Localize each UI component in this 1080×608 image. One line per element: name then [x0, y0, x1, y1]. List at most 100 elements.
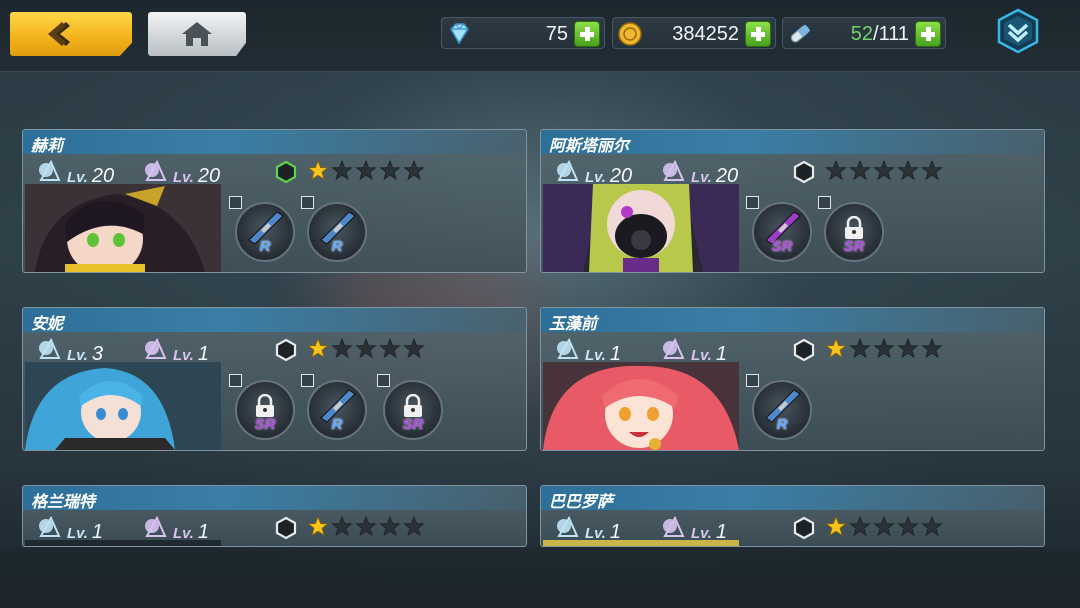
star-icon	[921, 515, 943, 543]
card-header: 格兰瑞特	[23, 486, 526, 511]
awakening-hex-icon	[793, 338, 815, 362]
diamond-counter: 75	[441, 17, 605, 49]
character-portrait[interactable]	[25, 362, 221, 450]
back-button[interactable]	[10, 12, 132, 56]
star-icon	[825, 159, 847, 187]
character-card[interactable]: 赫莉 Lv. 20 Lv. 20 R R	[22, 129, 527, 273]
star-rating	[825, 337, 943, 365]
star-icon	[331, 159, 353, 187]
character-card[interactable]: 巴巴罗萨 Lv. 1 Lv. 1	[540, 485, 1045, 547]
star-icon	[897, 515, 919, 543]
character-portrait[interactable]	[543, 540, 739, 546]
stamina-count: 52/111	[850, 23, 909, 45]
star-icon	[307, 159, 329, 187]
lock-icon	[404, 394, 422, 417]
star-rating	[825, 515, 943, 543]
star-icon	[849, 159, 871, 187]
rarity-label: R	[776, 416, 788, 433]
card-header: 安妮	[23, 308, 526, 333]
edit-icon	[746, 196, 759, 209]
edit-icon	[746, 374, 759, 387]
edit-icon	[301, 374, 314, 387]
diamond-count: 75	[545, 23, 568, 45]
card-header: 巴巴罗萨	[541, 486, 1044, 511]
weapon-slot[interactable]: R	[301, 374, 369, 442]
chevron-down-menu-icon[interactable]	[995, 8, 1041, 54]
capsule-icon	[790, 24, 811, 43]
star-icon	[355, 515, 377, 543]
add-diamonds-button[interactable]	[574, 21, 600, 47]
star-icon	[897, 159, 919, 187]
star-icon	[825, 515, 847, 543]
gold-counter: 384252	[612, 17, 776, 49]
bottom-fade	[0, 548, 1080, 608]
star-icon	[307, 515, 329, 543]
star-icon	[873, 515, 895, 543]
card-header: 赫莉	[23, 130, 526, 155]
star-icon	[403, 159, 425, 187]
rarity-label: SR	[254, 416, 276, 433]
character-name: 格兰瑞特	[31, 494, 96, 511]
edit-icon	[301, 196, 314, 209]
star-icon	[921, 159, 943, 187]
lock-icon	[845, 216, 863, 239]
star-icon	[355, 337, 377, 365]
character-card[interactable]: 安妮 Lv. 3 Lv. 1 SR R SR	[22, 307, 527, 451]
weapon-slot[interactable]: SR	[746, 196, 814, 264]
star-rating	[825, 159, 943, 187]
add-gold-button[interactable]	[745, 21, 771, 47]
character-portrait[interactable]	[25, 540, 221, 546]
star-icon	[873, 337, 895, 365]
character-name: 安妮	[31, 316, 64, 333]
star-icon	[921, 337, 943, 365]
top-bar: 75 384252 52/111	[0, 0, 1080, 72]
rarity-label: SR	[843, 238, 865, 255]
awakening-hex-icon	[275, 516, 297, 540]
star-icon	[331, 515, 353, 543]
star-icon	[873, 159, 895, 187]
character-portrait[interactable]	[543, 184, 739, 272]
character-name: 赫莉	[31, 138, 64, 155]
edit-icon	[818, 196, 831, 209]
star-icon	[331, 337, 353, 365]
star-icon	[307, 337, 329, 365]
weapon-slot[interactable]: R	[746, 374, 814, 442]
weapon-slot[interactable]: R	[301, 196, 369, 264]
character-card[interactable]: 阿斯塔丽尔 Lv. 20 Lv. 20 SR SR	[540, 129, 1045, 273]
rarity-label: R	[259, 238, 271, 255]
add-stamina-button[interactable]	[915, 21, 941, 47]
awakening-hex-icon	[793, 516, 815, 540]
character-portrait[interactable]	[543, 362, 739, 450]
star-icon	[849, 515, 871, 543]
star-icon	[379, 515, 401, 543]
rarity-label: R	[331, 238, 343, 255]
edit-icon	[229, 374, 242, 387]
character-name: 阿斯塔丽尔	[549, 138, 630, 155]
character-portrait[interactable]	[25, 184, 221, 272]
back-chevron-icon	[48, 22, 70, 46]
star-icon	[897, 337, 919, 365]
character-name: 玉藻前	[549, 316, 598, 333]
card-header: 阿斯塔丽尔	[541, 130, 1044, 155]
home-icon	[182, 22, 212, 46]
character-card[interactable]: 格兰瑞特 Lv. 1 Lv. 1	[22, 485, 527, 547]
weapon-slot[interactable]: SR	[377, 374, 445, 442]
character-card[interactable]: 玉藻前 Lv. 1 Lv. 1 R	[540, 307, 1045, 451]
star-icon	[849, 337, 871, 365]
diamond-icon	[450, 23, 469, 45]
card-header: 玉藻前	[541, 308, 1044, 333]
star-rating	[307, 515, 425, 543]
edit-icon	[377, 374, 390, 387]
lock-icon	[256, 394, 274, 417]
weapon-slot[interactable]: R	[229, 196, 297, 264]
weapon-slot[interactable]: SR	[229, 374, 297, 442]
gold-coin-icon	[618, 22, 642, 46]
star-rating	[307, 337, 425, 365]
awakening-hex-icon	[275, 338, 297, 362]
awakening-hex-icon	[275, 160, 297, 184]
stamina-counter: 52/111	[782, 17, 946, 49]
home-button[interactable]	[148, 12, 246, 56]
weapon-slot[interactable]: SR	[818, 196, 886, 264]
star-rating	[307, 159, 425, 187]
gold-count: 384252	[672, 23, 739, 45]
